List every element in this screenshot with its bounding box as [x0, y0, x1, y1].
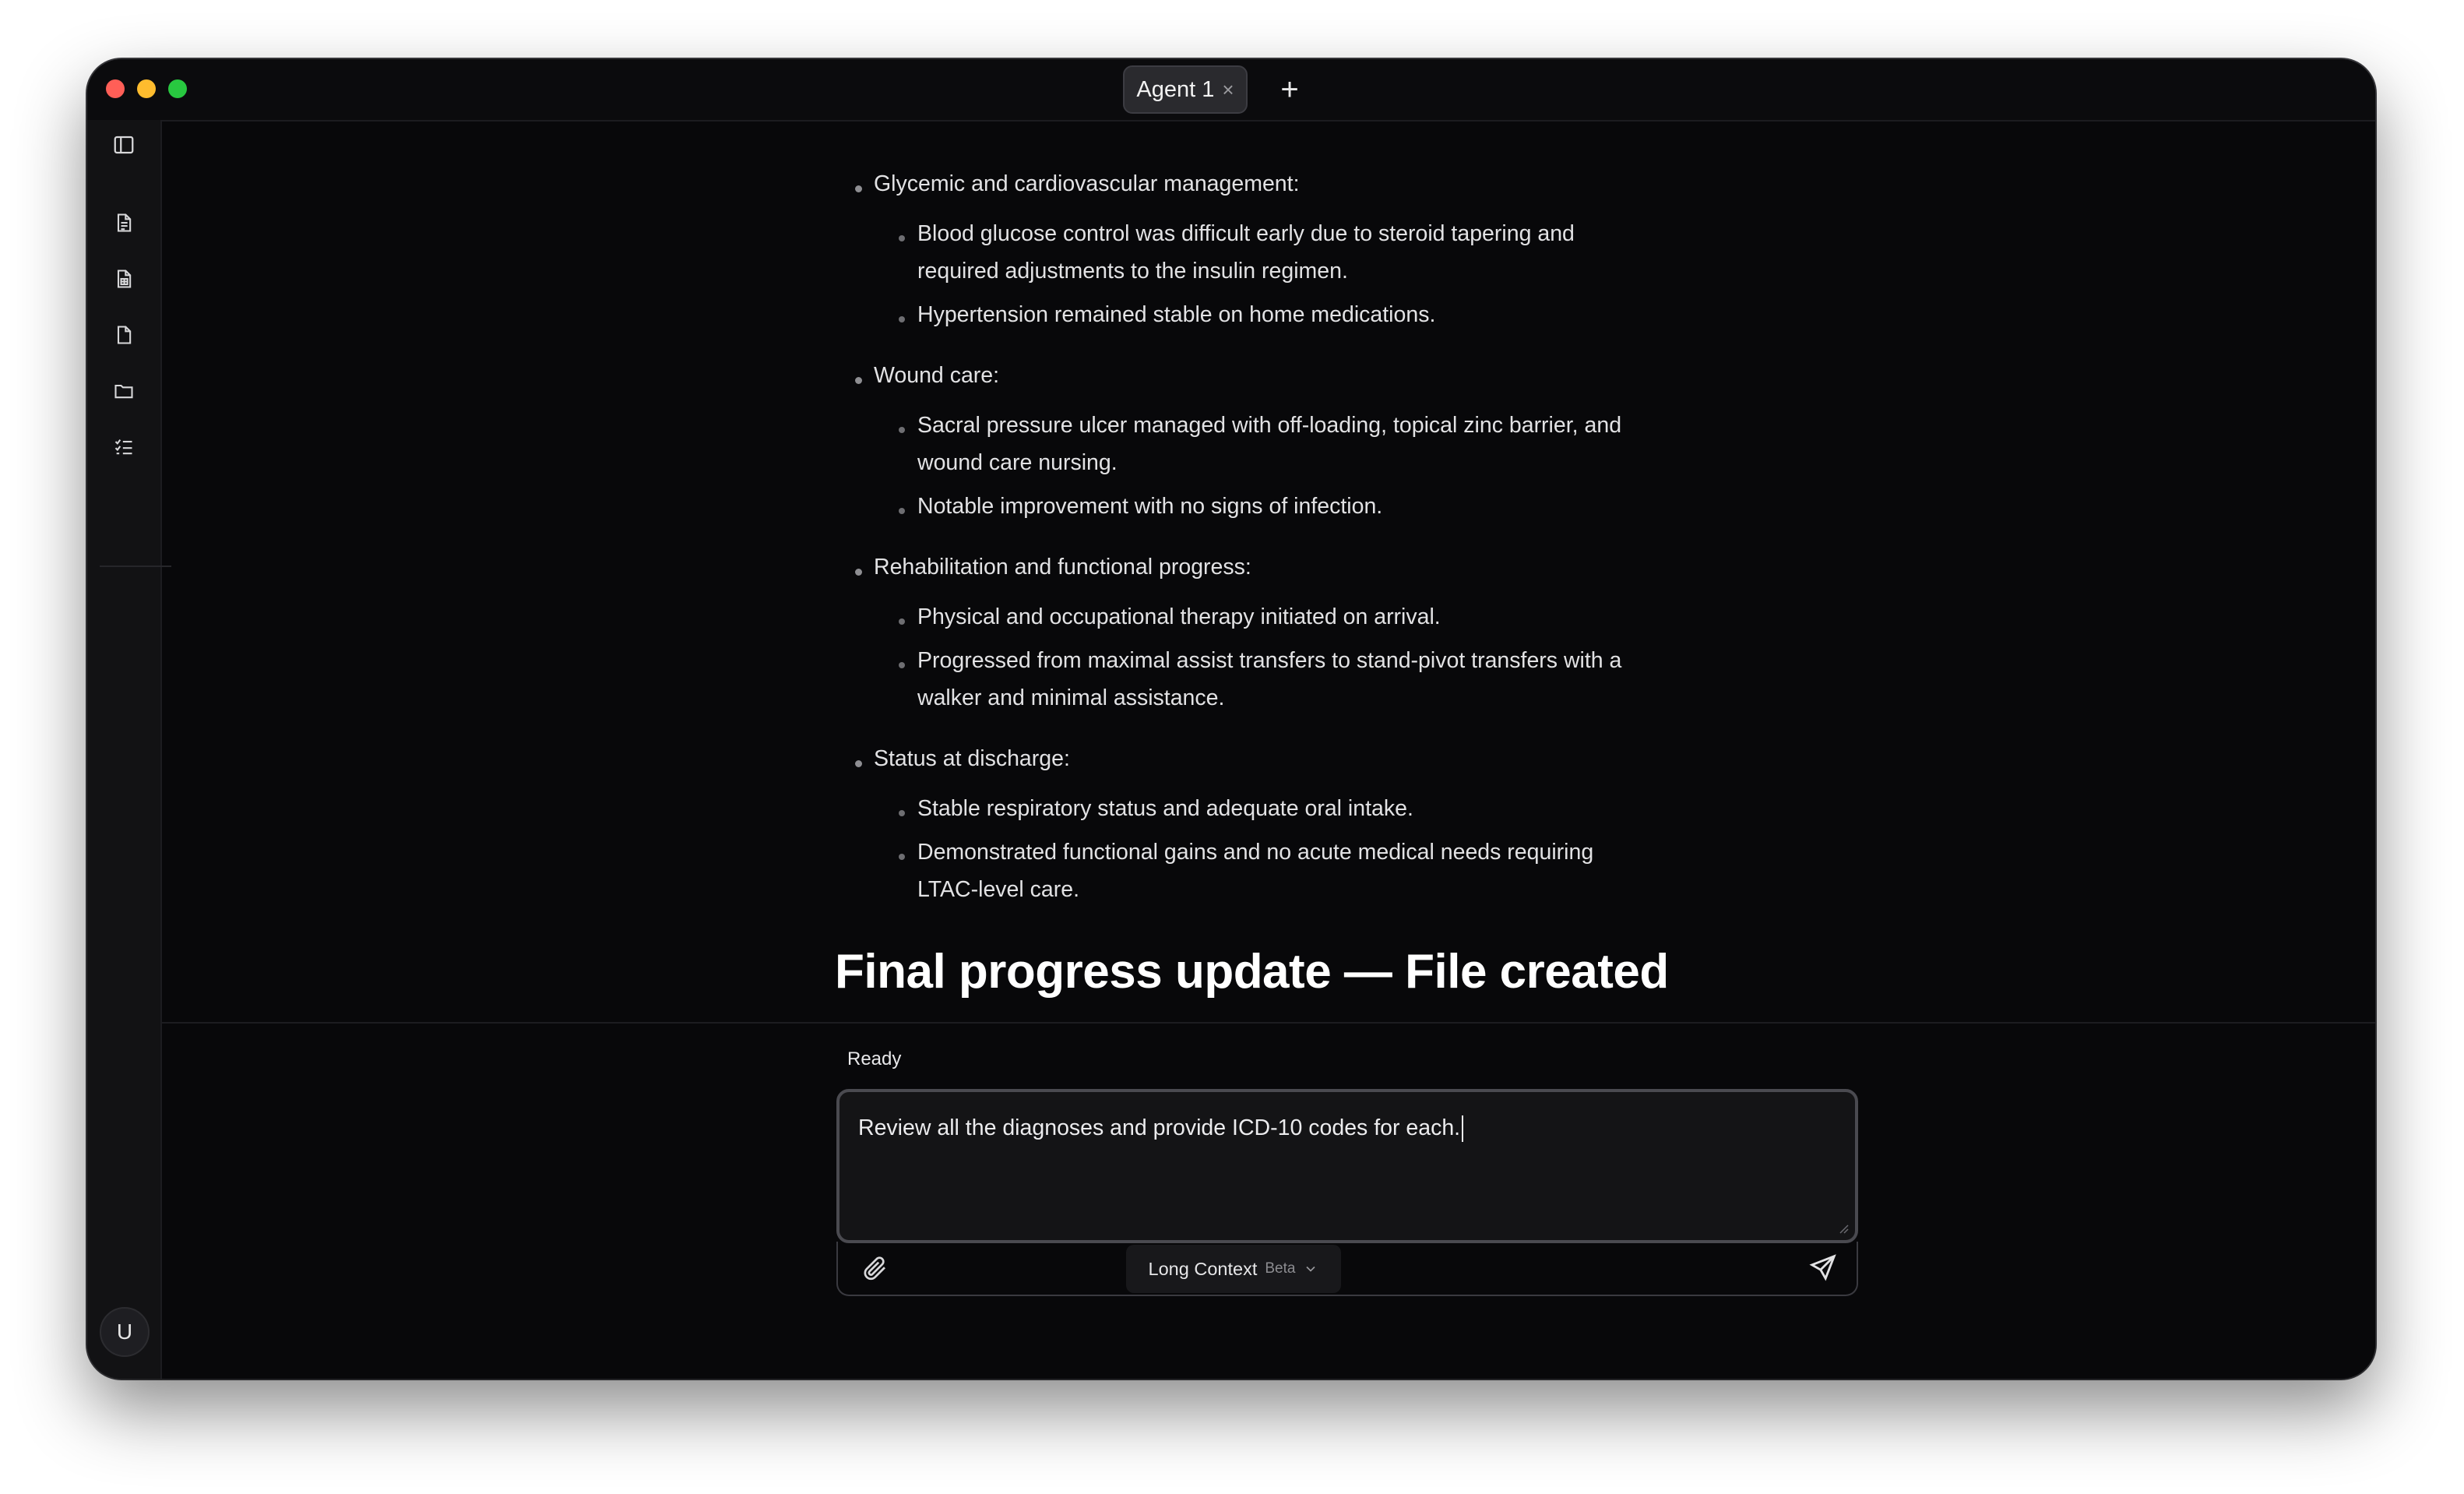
- bullet: [899, 662, 905, 668]
- close-window-button[interactable]: [106, 79, 125, 98]
- tab-label: Agent 1: [1136, 76, 1215, 102]
- spreadsheet-icon[interactable]: [111, 266, 136, 291]
- chat-content: Glycemic and cardiovascular management: …: [162, 120, 2375, 1022]
- file-icon[interactable]: [111, 322, 136, 347]
- bullet: [899, 316, 905, 322]
- bullet: [855, 569, 862, 576]
- checklist-icon[interactable]: [111, 435, 136, 460]
- bullet: [855, 185, 862, 192]
- new-tab-button[interactable]: +: [1268, 69, 1311, 111]
- list-item: Stable respiratory status and adequate o…: [917, 796, 1413, 821]
- mode-selector[interactable]: Long Context Beta: [1126, 1245, 1341, 1293]
- list-item: LTAC-level care.: [917, 877, 1080, 902]
- bullet: [855, 760, 862, 767]
- avatar[interactable]: U: [100, 1307, 150, 1357]
- list-item: Physical and occupational therapy initia…: [917, 604, 1441, 629]
- section-title: Rehabilitation and functional progress:: [874, 555, 1251, 580]
- list-item: Progressed from maximal assist transfers…: [917, 648, 1622, 673]
- folder-icon[interactable]: [111, 379, 136, 403]
- bullet: [899, 508, 905, 514]
- message-input-value: Review all the diagnoses and provide ICD…: [858, 1115, 1461, 1140]
- sidebar-divider: [100, 566, 171, 567]
- list-item: Sacral pressure ulcer managed with off-l…: [917, 413, 1622, 438]
- composer-toolbar: Long Context Beta: [836, 1242, 1858, 1296]
- list-item: Hypertension remained stable on home med…: [917, 302, 1436, 327]
- paperclip-icon[interactable]: [861, 1254, 889, 1282]
- list-item: required adjustments to the insulin regi…: [917, 259, 1348, 284]
- resize-handle-icon[interactable]: [1838, 1223, 1849, 1234]
- panel-toggle-icon[interactable]: [111, 132, 136, 157]
- section-title: Wound care:: [874, 363, 1000, 388]
- text-caret: [1462, 1115, 1464, 1143]
- maximize-window-button[interactable]: [168, 79, 187, 98]
- list-item: Notable improvement with no signs of inf…: [917, 494, 1383, 519]
- bullet: [899, 618, 905, 625]
- bullet: [855, 377, 862, 384]
- section-title: Status at discharge:: [874, 746, 1070, 771]
- composer: Review all the diagnoses and provide ICD…: [836, 1089, 1858, 1299]
- tab-agent-1[interactable]: Agent 1 ×: [1123, 65, 1248, 114]
- bullet: [899, 235, 905, 241]
- beta-badge: Beta: [1265, 1260, 1296, 1277]
- chevron-down-icon: [1306, 1266, 1316, 1272]
- message-input[interactable]: Review all the diagnoses and provide ICD…: [836, 1089, 1858, 1243]
- document-icon[interactable]: [111, 210, 136, 235]
- list-item: wound care nursing.: [917, 450, 1118, 475]
- mode-label: Long Context: [1148, 1258, 1258, 1279]
- bullet: [899, 854, 905, 860]
- close-icon[interactable]: ×: [1222, 78, 1234, 102]
- composer-area: Ready Review all the diagnoses and provi…: [162, 1022, 2375, 1379]
- list-item: Blood glucose control was difficult earl…: [917, 221, 1575, 246]
- list-item: Demonstrated functional gains and no acu…: [917, 840, 1594, 865]
- bullet: [899, 427, 905, 433]
- app-window: Agent 1 × + U Glycemic and cardiovascula…: [87, 59, 2375, 1379]
- section-title: Glycemic and cardiovascular management:: [874, 171, 1300, 196]
- progress-heading: Final progress update — File created: [835, 945, 1669, 999]
- status-text: Ready: [847, 1048, 902, 1069]
- minimize-window-button[interactable]: [137, 79, 156, 98]
- list-item: walker and minimal assistance.: [917, 685, 1225, 710]
- bullet: [899, 810, 905, 816]
- send-icon[interactable]: [1808, 1253, 1838, 1282]
- sidebar: U: [87, 120, 171, 1379]
- title-bar: Agent 1 × +: [87, 59, 2375, 122]
